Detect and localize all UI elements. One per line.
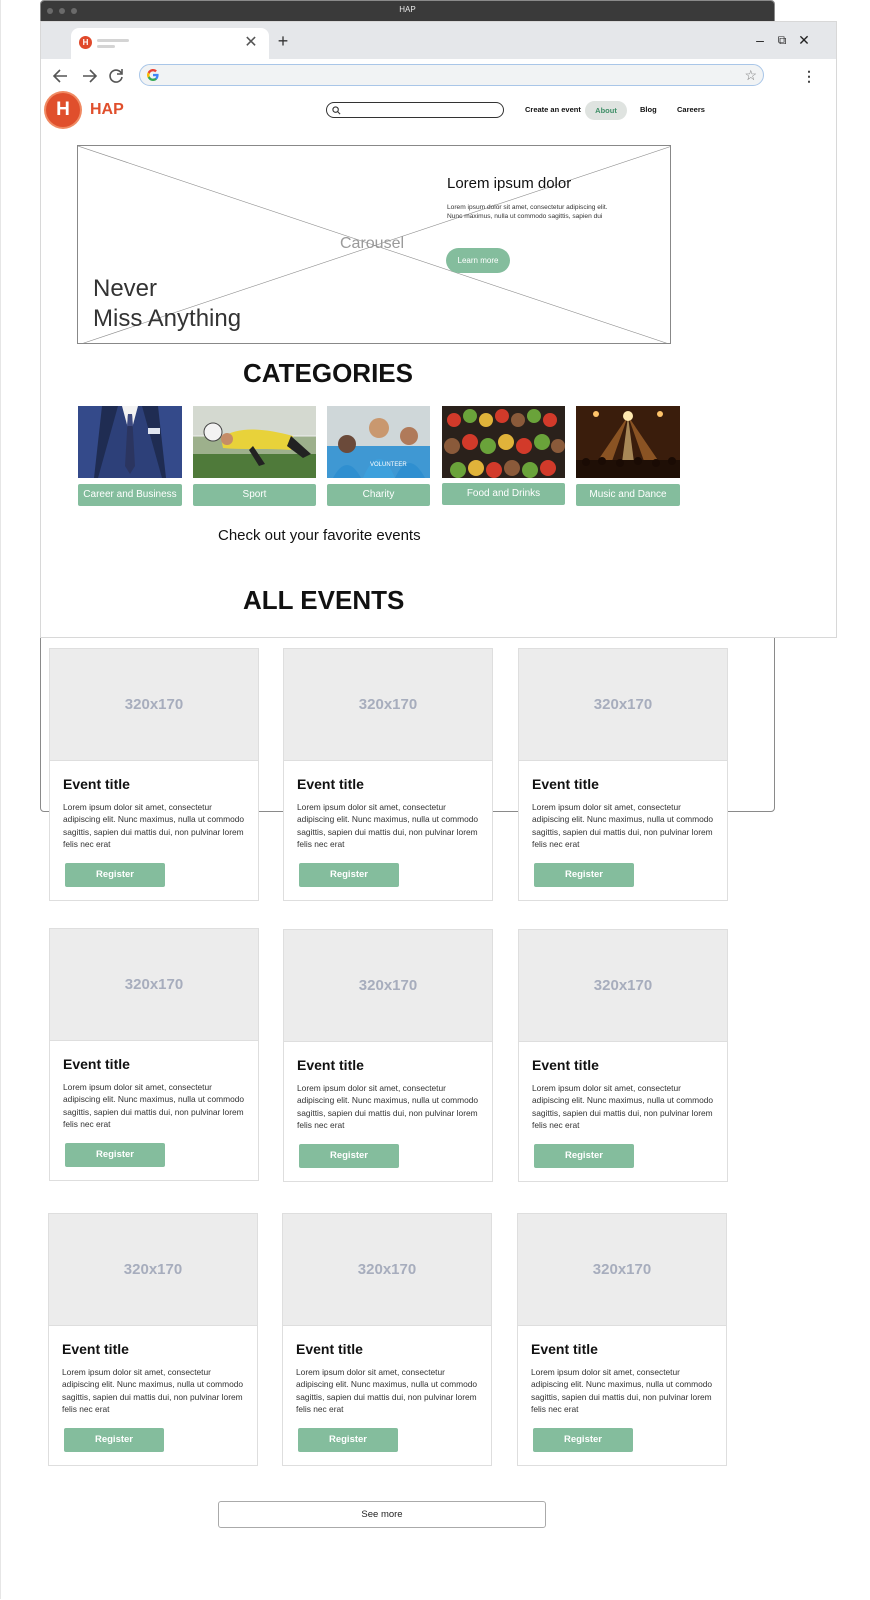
event-title: Event title [297,776,364,792]
learn-more-button[interactable]: Learn more [446,248,510,273]
new-tab-button[interactable]: + [274,31,292,51]
category-button-career[interactable]: Career and Business [78,484,182,506]
event-description: Lorem ipsum dolor sit amet, consectetur … [63,802,245,850]
see-more-button[interactable]: See more [218,1501,546,1528]
tab-title-placeholder [97,39,129,42]
nav-blog[interactable]: Blog [640,104,657,116]
register-button[interactable]: Register [64,1428,164,1452]
nav-about[interactable]: About [585,101,627,120]
event-description: Lorem ipsum dolor sit amet, consectetur … [532,1083,714,1131]
hero-line-1: Never [93,275,158,302]
tab-subtitle-placeholder [97,45,115,48]
nav-create-event[interactable]: Create an event [525,104,581,116]
register-button[interactable]: Register [299,1144,399,1168]
hero-title: Never Miss Anything [93,274,353,334]
event-image-placeholder[interactable]: 320x170 [518,1214,726,1326]
category-image-career[interactable] [78,406,182,478]
background-window-title: HAP [399,5,416,14]
event-image-placeholder[interactable]: 320x170 [49,1214,257,1326]
slide-text: Lorem ipsum dolor sit amet, consectetur … [447,204,608,221]
event-title: Event title [63,1056,130,1072]
category-image-food[interactable] [442,406,565,478]
nav-careers[interactable]: Careers [677,104,705,116]
tab-close-icon[interactable]: ✕ [243,33,259,53]
category-button-sport[interactable]: Sport [193,484,316,506]
register-button[interactable]: Register [533,1428,633,1452]
register-button[interactable]: Register [65,1143,165,1167]
event-title: Event title [532,1057,599,1073]
event-image-placeholder[interactable]: 320x170 [50,929,258,1041]
browser-window: H ✕ + – ⧉ ✕ ☆ ⋮ H HAP Create an event Ab… [40,21,837,638]
browser-toolbar: ☆ ⋮ [41,59,836,93]
event-title: Event title [63,776,130,792]
register-button[interactable]: Register [299,863,399,887]
bookmark-star-icon[interactable]: ☆ [744,66,757,84]
category-image-sport[interactable] [193,406,316,478]
event-card: 320x170 Event title Lorem ipsum dolor si… [518,929,728,1182]
categories-subtext: Check out your favorite events [218,527,421,544]
event-description: Lorem ipsum dolor sit amet, consectetur … [297,1083,479,1131]
event-title: Event title [531,1341,598,1357]
register-button[interactable]: Register [298,1428,398,1452]
reload-icon[interactable] [105,65,127,87]
register-button[interactable]: Register [534,1144,634,1168]
event-image-placeholder[interactable]: 320x170 [284,649,492,761]
event-description: Lorem ipsum dolor sit amet, consectetur … [532,802,714,850]
category-button-food[interactable]: Food and Drinks [442,483,565,505]
all-events-heading: ALL EVENTS [243,585,405,615]
event-image-placeholder[interactable]: 320x170 [519,930,727,1042]
event-image-placeholder[interactable]: 320x170 [284,930,492,1042]
carousel[interactable]: Carousel Never Miss Anything Lorem ipsum… [77,145,671,344]
event-title: Event title [532,776,599,792]
browser-tab[interactable]: H ✕ [71,28,269,59]
event-image-placeholder[interactable]: 320x170 [50,649,258,761]
categories-heading: CATEGORIES [243,358,413,388]
register-button[interactable]: Register [534,863,634,887]
event-description: Lorem ipsum dolor sit amet, consectetur … [531,1367,713,1415]
background-window-titlebar: HAP [41,1,774,21]
menu-dots-icon[interactable]: ⋮ [802,66,816,86]
site-logo-icon[interactable]: H [46,93,80,127]
hero-line-2: Miss Anything [93,305,242,332]
event-title: Event title [62,1341,129,1357]
event-description: Lorem ipsum dolor sit amet, consectetur … [296,1367,478,1415]
category-image-music[interactable] [576,406,680,478]
category-button-music[interactable]: Music and Dance [576,484,680,506]
close-window-icon[interactable]: ✕ [796,31,812,49]
event-card: 320x170 Event title Lorem ipsum dolor si… [282,1213,492,1466]
event-card: 320x170 Event title Lorem ipsum dolor si… [517,1213,727,1466]
event-title: Event title [297,1057,364,1073]
back-arrow-icon[interactable] [50,65,72,87]
event-card: 320x170 Event title Lorem ipsum dolor si… [49,928,259,1181]
event-image-placeholder[interactable]: 320x170 [519,649,727,761]
forward-arrow-icon[interactable] [78,65,100,87]
svg-text:VOLUNTEER: VOLUNTEER [370,462,407,468]
tab-favicon-icon: H [79,36,92,49]
event-card: 320x170 Event title Lorem ipsum dolor si… [49,648,259,901]
slide-title: Lorem ipsum dolor [447,175,572,192]
event-card: 320x170 Event title Lorem ipsum dolor si… [283,929,493,1182]
event-description: Lorem ipsum dolor sit amet, consectetur … [297,802,479,850]
category-button-charity[interactable]: Charity [327,484,430,506]
register-button[interactable]: Register [65,863,165,887]
event-description: Lorem ipsum dolor sit amet, consectetur … [63,1082,245,1130]
category-image-charity[interactable]: VOLUNTEER [327,406,430,478]
site-search-input[interactable] [326,102,504,118]
carousel-placeholder-label: Carousel [340,235,405,252]
tab-bar: H ✕ + – ⧉ ✕ [41,22,836,59]
site-logo-text[interactable]: HAP [90,101,124,119]
event-card: 320x170 Event title Lorem ipsum dolor si… [48,1213,258,1466]
search-icon [332,103,341,119]
google-logo-icon [145,67,161,83]
restore-icon[interactable]: ⧉ [774,31,790,49]
event-title: Event title [296,1341,363,1357]
event-card: 320x170 Event title Lorem ipsum dolor si… [518,648,728,901]
event-image-placeholder[interactable]: 320x170 [283,1214,491,1326]
address-bar[interactable]: ☆ [139,64,764,86]
minimize-icon[interactable]: – [752,31,768,49]
event-card: 320x170 Event title Lorem ipsum dolor si… [283,648,493,901]
event-description: Lorem ipsum dolor sit amet, consectetur … [62,1367,244,1415]
